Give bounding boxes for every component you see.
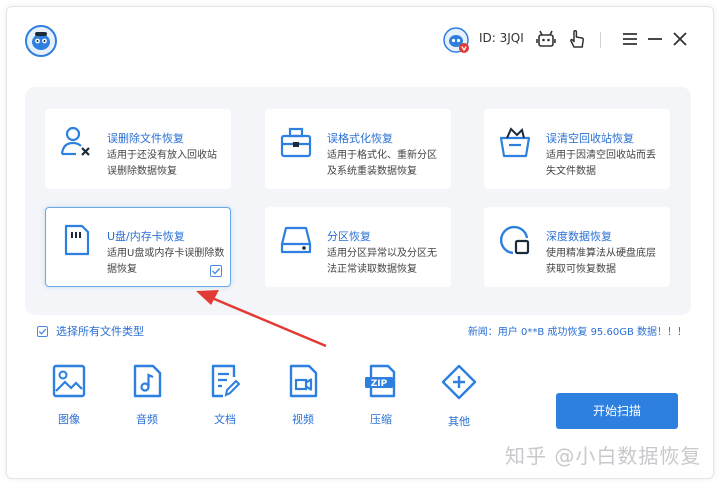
select-all-label: 选择所有文件类型 xyxy=(56,325,144,338)
news-ticker: 新闻：用户 0**B 成功恢复 95.60GB 数据！！！ xyxy=(467,327,687,338)
image-icon xyxy=(52,364,86,398)
mode-card-desc: 适用分区异常以及分区无法正常读取数据恢复 xyxy=(327,248,437,275)
mode-card-title: 误删除文件恢复 xyxy=(107,132,184,145)
file-type-audio[interactable]: 音频 xyxy=(117,363,177,443)
select-all-checkbox[interactable] xyxy=(37,325,48,337)
other-icon xyxy=(441,364,477,400)
file-type-archive[interactable]: ZIP 压缩 xyxy=(351,363,411,443)
mode-card-desc: 适用U盘或内存卡误删除数据恢复 xyxy=(107,248,225,275)
file-type-document[interactable]: 文档 xyxy=(195,363,255,443)
mode-card-desc: 适用于格式化、重新分区及系统重装数据恢复 xyxy=(327,150,437,177)
recycle-bin-icon xyxy=(499,127,531,158)
mode-card-title: 分区恢复 xyxy=(327,230,371,243)
title-bar-divider xyxy=(600,32,601,48)
mode-card-deleted-files[interactable]: 误删除文件恢复 适用于还没有放入回收站误删除数据恢复 xyxy=(45,109,231,189)
mode-card-deep-recovery[interactable]: 深度数据恢复 使用精准算法从硬盘底层获取可恢复数据 xyxy=(484,207,670,287)
user-avatar[interactable] xyxy=(443,27,471,55)
mode-card-recycle-bin[interactable]: 误清空回收站恢复 适用于因清空回收站而丢失文件数据 xyxy=(484,109,670,189)
robot-icon[interactable] xyxy=(534,27,558,51)
menu-icon[interactable] xyxy=(618,27,642,51)
title-bar: ID: 3JQI xyxy=(7,7,713,69)
mode-card-format[interactable]: 误格式化恢复 适用于格式化、重新分区及系统重装数据恢复 xyxy=(265,109,451,189)
user-delete-icon xyxy=(60,126,90,156)
recovery-mode-panel: 误删除文件恢复 适用于还没有放入回收站误删除数据恢复 误格式化恢复 适用于格式化… xyxy=(25,87,691,315)
mode-card-title: 误清空回收站恢复 xyxy=(546,132,634,145)
mode-card-title: U盘/内存卡恢复 xyxy=(107,230,185,243)
hand-pointer-icon[interactable] xyxy=(565,27,589,51)
file-type-label: 视频 xyxy=(292,413,314,426)
file-type-label: 压缩 xyxy=(370,413,392,426)
file-type-label: 文档 xyxy=(214,413,236,426)
app-logo-icon xyxy=(25,25,57,57)
file-type-other[interactable]: 其他 xyxy=(429,363,489,443)
mode-card-usb-sd[interactable]: U盘/内存卡恢复 适用U盘或内存卡误删除数据恢复 xyxy=(45,207,231,287)
svg-text:ZIP: ZIP xyxy=(371,379,388,389)
watermark: 知乎 @小白数据恢复 xyxy=(505,444,702,468)
mode-card-desc: 适用于因清空回收站而丢失文件数据 xyxy=(546,150,656,177)
mode-card-title: 深度数据恢复 xyxy=(546,230,612,243)
file-type-label: 音频 xyxy=(136,413,158,426)
select-all-types[interactable]: 选择所有文件类型 xyxy=(37,323,144,339)
format-icon xyxy=(280,127,312,158)
deep-scan-icon xyxy=(500,225,530,255)
document-icon xyxy=(211,364,241,398)
selected-checkbox[interactable] xyxy=(210,265,222,277)
mode-card-desc: 使用精准算法从硬盘底层获取可恢复数据 xyxy=(546,248,656,275)
disk-partition-icon xyxy=(280,226,312,254)
start-scan-button[interactable]: 开始扫描 xyxy=(556,393,678,429)
mode-card-title: 误格式化恢复 xyxy=(327,132,393,145)
checkmark-icon xyxy=(212,268,221,275)
close-icon[interactable] xyxy=(668,27,692,51)
file-type-video[interactable]: 视频 xyxy=(273,363,333,443)
app-window: ID: 3JQI 误删除文件恢复 适用于还没有放入回收站误删除数据恢复 误格式化… xyxy=(6,6,714,479)
user-id-label: ID: 3JQI xyxy=(479,31,524,45)
mode-card-desc: 适用于还没有放入回收站误删除数据恢复 xyxy=(107,150,217,177)
audio-icon xyxy=(133,364,162,398)
file-type-label: 其他 xyxy=(448,415,470,428)
video-icon xyxy=(289,364,318,398)
file-type-label: 图像 xyxy=(58,413,80,426)
minimize-icon[interactable] xyxy=(643,27,667,51)
mode-card-partition[interactable]: 分区恢复 适用分区异常以及分区无法正常读取数据恢复 xyxy=(265,207,451,287)
checkmark-icon xyxy=(38,328,47,335)
zip-icon: ZIP xyxy=(365,364,396,398)
file-type-image[interactable]: 图像 xyxy=(39,363,99,443)
sd-card-icon xyxy=(64,224,90,256)
